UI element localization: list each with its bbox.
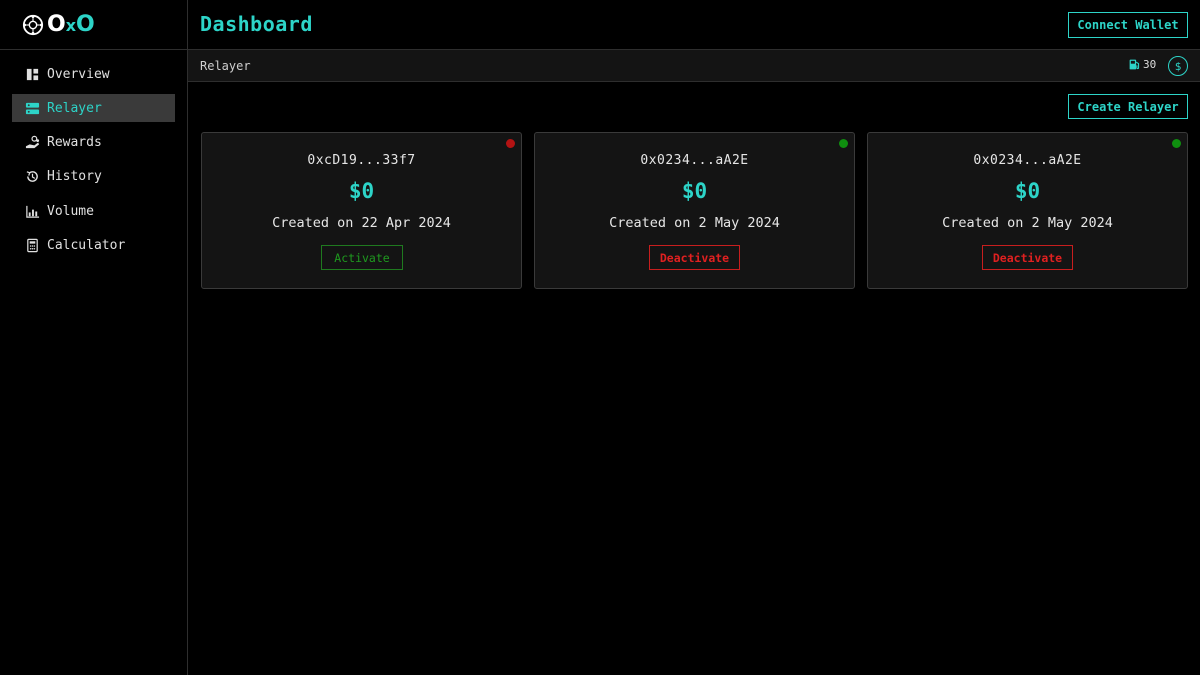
page-title: Dashboard (200, 12, 313, 36)
relayer-address: 0x0234...aA2E (973, 153, 1082, 168)
gas-price-value: 30 (1143, 58, 1157, 71)
activate-button[interactable]: Activate (321, 245, 403, 270)
status-dot (1172, 139, 1181, 148)
brand-name: OxO (47, 12, 95, 37)
relayer-address: 0xcD19...33f7 (307, 153, 416, 168)
relayer-address: 0x0234...aA2E (640, 153, 749, 168)
currency-symbol: $ (1174, 59, 1182, 73)
deactivate-button[interactable]: Deactivate (649, 245, 740, 270)
layout-icon (25, 67, 40, 82)
sidebar-item-label: Relayer (47, 100, 102, 116)
brand-name-o1: O (47, 12, 66, 37)
sidebar-item-calculator[interactable]: Calculator (12, 231, 175, 259)
sidebar-item-relayer[interactable]: Relayer (12, 94, 175, 123)
brain-logo-icon (22, 14, 44, 35)
sidebar-item-overview[interactable]: Overview (12, 60, 175, 88)
sidebar-item-label: History (47, 169, 102, 185)
relayer-card: 0xcD19...33f7 $0 Created on 22 Apr 2024 … (201, 132, 522, 289)
deactivate-button[interactable]: Deactivate (982, 245, 1073, 270)
gas-pump-icon (1129, 59, 1140, 70)
top-bar: Dashboard Connect Wallet (188, 0, 1200, 50)
calculator-icon (25, 238, 40, 253)
sidebar-item-rewards[interactable]: Rewards (12, 129, 175, 157)
sidebar-nav: Overview Relayer Rewards History Volume (12, 60, 175, 266)
connect-wallet-button[interactable]: Connect Wallet (1068, 12, 1188, 38)
gas-price-indicator: 30 (1128, 58, 1156, 71)
relayer-amount: $0 (348, 179, 375, 203)
brand-name-x: x (65, 16, 77, 35)
relayer-created-date: Created on 2 May 2024 (609, 215, 780, 231)
hand-coins-icon (25, 135, 40, 150)
relayer-card: 0x0234...aA2E $0 Created on 2 May 2024 D… (867, 132, 1188, 289)
bar-chart-icon (25, 204, 40, 219)
sidebar: OxO Overview Relayer Rewards History Vol… (0, 0, 188, 675)
sidebar-item-label: Overview (47, 66, 110, 82)
status-dot (839, 139, 848, 148)
brand-logo[interactable]: OxO (0, 0, 187, 50)
sidebar-item-volume[interactable]: Volume (12, 197, 175, 225)
brand-name-o2: O (76, 12, 95, 37)
history-icon (25, 169, 40, 184)
status-dot (506, 139, 515, 148)
relayer-created-date: Created on 2 May 2024 (942, 215, 1113, 231)
breadcrumb-bar: Relayer 30 $ (188, 50, 1200, 82)
breadcrumb: Relayer (200, 59, 251, 73)
create-relayer-button[interactable]: Create Relayer (1068, 94, 1188, 119)
relayer-created-date: Created on 22 Apr 2024 (272, 215, 451, 231)
sidebar-item-label: Volume (47, 203, 94, 219)
relayer-card: 0x0234...aA2E $0 Created on 2 May 2024 D… (534, 132, 855, 289)
currency-icon[interactable]: $ (1168, 56, 1188, 76)
sidebar-item-label: Calculator (47, 237, 126, 253)
relayer-amount: $0 (1014, 179, 1041, 203)
server-icon (25, 101, 40, 116)
relayer-amount: $0 (681, 179, 708, 203)
sidebar-item-history[interactable]: History (12, 163, 175, 191)
sidebar-item-label: Rewards (47, 135, 102, 151)
